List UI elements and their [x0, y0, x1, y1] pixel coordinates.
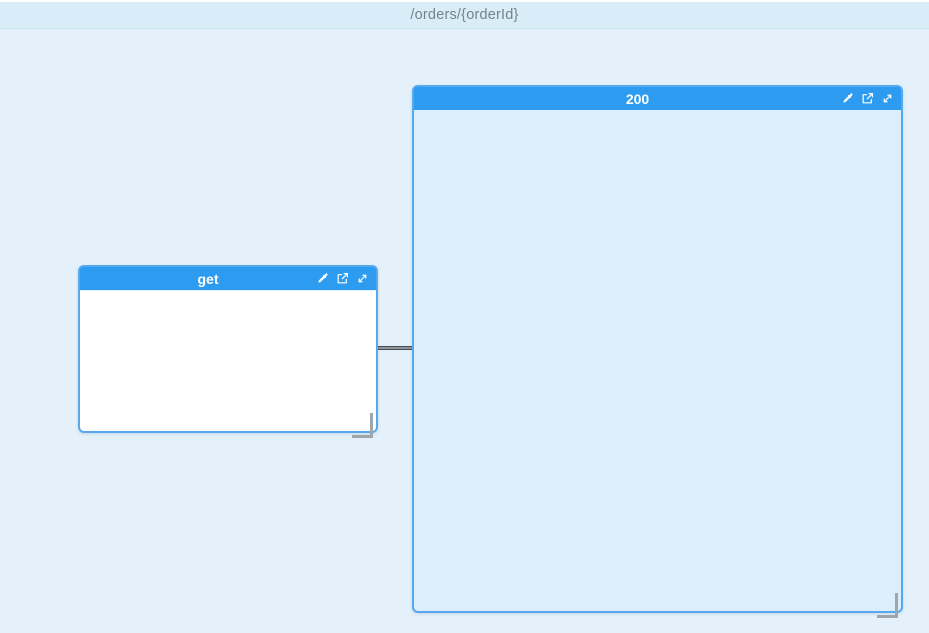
resize-handle[interactable] [877, 593, 898, 618]
expand-icon[interactable] [356, 272, 369, 285]
path-bar: /orders/{orderId} [0, 2, 929, 29]
eyedropper-icon[interactable] [316, 272, 329, 285]
relation-connector [377, 346, 413, 350]
card-header-icons [841, 87, 894, 110]
card-header-icons [316, 267, 369, 290]
operation-card-get[interactable]: get [78, 265, 378, 433]
open-in-new-icon[interactable] [861, 92, 874, 105]
resize-handle[interactable] [352, 413, 373, 438]
expand-icon[interactable] [881, 92, 894, 105]
endpoint-path: /orders/{orderId} [410, 7, 518, 23]
card-header[interactable]: 200 [414, 87, 901, 111]
card-title: 200 [626, 91, 689, 107]
response-card-200[interactable]: 200 [412, 85, 903, 613]
card-title: get [198, 271, 259, 287]
open-in-new-icon[interactable] [336, 272, 349, 285]
eyedropper-icon[interactable] [841, 92, 854, 105]
card-header[interactable]: get [80, 267, 376, 291]
